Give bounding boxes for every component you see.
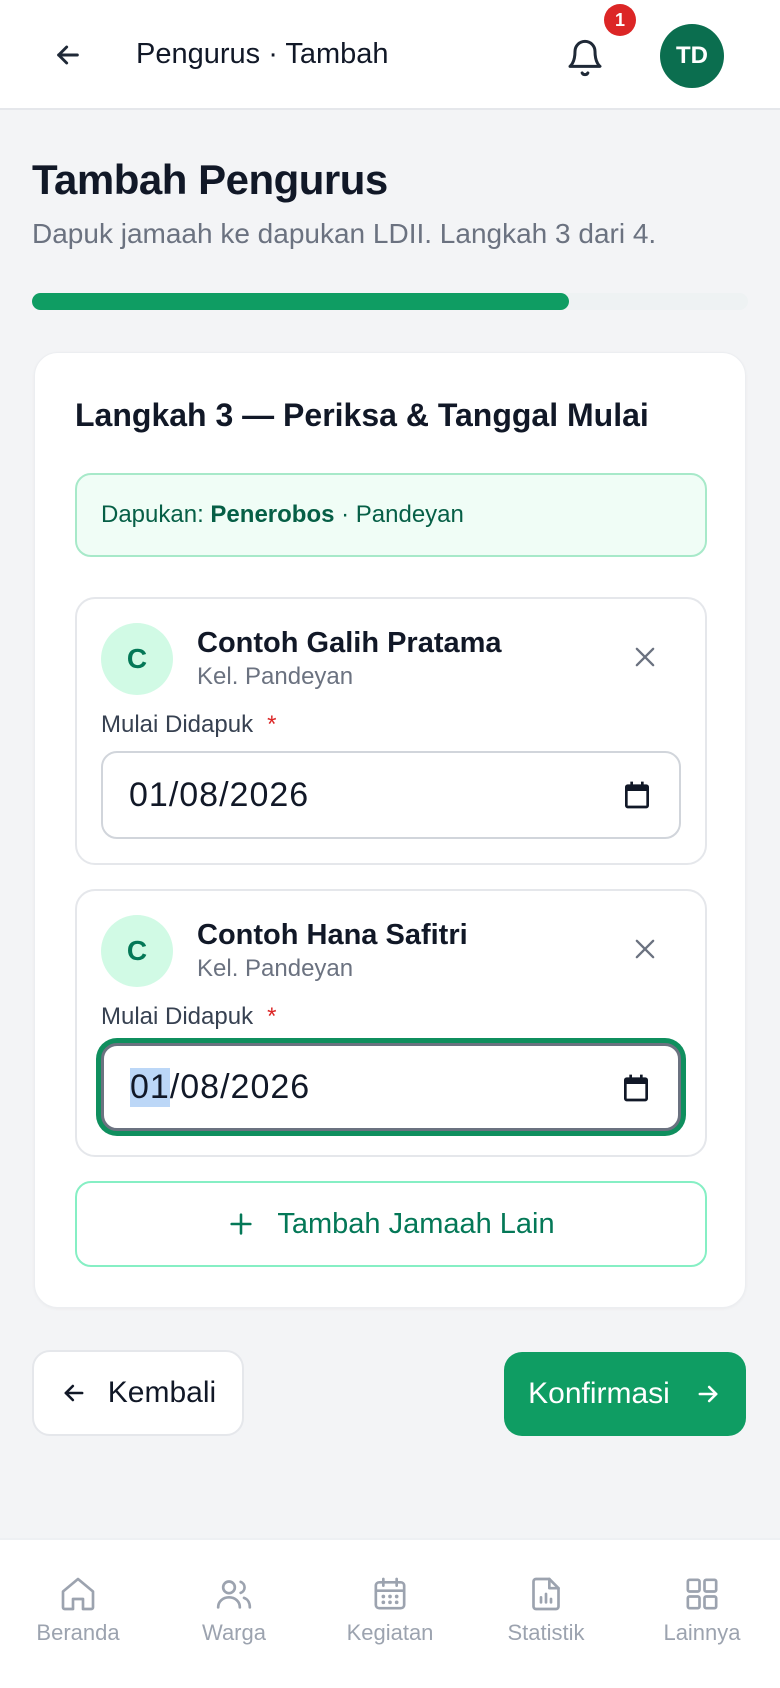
date-label-text: Mulai Didapuk (101, 711, 254, 738)
date-label: Mulai Didapuk * (101, 1003, 276, 1031)
nav-label: Kegiatan (346, 1620, 434, 1645)
start-date-input[interactable]: 01/08/2026 (101, 1043, 681, 1131)
member-avatar: C (101, 915, 173, 987)
plus-icon (230, 1213, 252, 1235)
member-name: Contoh Galih Pratama (197, 627, 502, 659)
dapukan-info-box: Dapukan: Penerobos · Pandeyan (75, 473, 707, 557)
nav-item-beranda[interactable]: Beranda (8, 1540, 148, 1688)
calendar-picker-icon[interactable] (621, 779, 653, 811)
add-member-button[interactable]: Tambah Jamaah Lain (75, 1181, 707, 1267)
date-day-segment[interactable]: 01 (130, 1067, 170, 1107)
remove-member-button[interactable] (625, 637, 665, 677)
nav-label: Warga (202, 1620, 266, 1645)
top-app-bar: Pengurus · Tambah 1 TD (0, 0, 780, 110)
bottom-navigation: Beranda Warga Kegiatan Statistik Lainnya (0, 1538, 780, 1688)
topbar-title: Pengurus · Tambah (136, 38, 389, 70)
report-chart-icon (532, 1577, 560, 1611)
dapukan-name: Penerobos (210, 501, 335, 528)
member-subtitle: Kel. Pandeyan (197, 663, 354, 690)
step-progress-fill (32, 293, 569, 310)
member-card: C Contoh Hana Safitri Kel. Pandeyan Mula… (75, 889, 707, 1157)
back-arrow-button[interactable] (44, 31, 92, 79)
nav-item-statistik[interactable]: Statistik (476, 1540, 616, 1688)
nav-label: Beranda (36, 1620, 120, 1645)
required-mark: * (267, 711, 277, 738)
date-value: 01/08/2026 (129, 775, 310, 814)
grid-icon (686, 1578, 718, 1610)
nav-item-kegiatan[interactable]: Kegiatan (320, 1540, 460, 1688)
nav-item-lainnya[interactable]: Lainnya (632, 1540, 772, 1688)
back-button[interactable]: Kembali (32, 1350, 244, 1436)
step-title: Langkah 3 — Periksa & Tanggal Mulai (75, 397, 649, 433)
member-name: Contoh Hana Safitri (197, 919, 468, 951)
date-rest-segment[interactable]: /08/2026 (170, 1068, 310, 1107)
member-card: C Contoh Galih Pratama Kel. Pandeyan Mul… (75, 597, 707, 865)
step-progress-bar (32, 293, 748, 310)
start-date-input[interactable]: 01/08/2026 (101, 751, 681, 839)
arrow-left-icon (64, 1384, 84, 1402)
date-label-text: Mulai Didapuk (101, 1003, 254, 1030)
dapukan-prefix: Dapukan: (101, 501, 204, 528)
member-avatar: C (101, 623, 173, 695)
step-card: Langkah 3 — Periksa & Tanggal Mulai Dapu… (34, 352, 746, 1308)
confirm-label: Konfirmasi (528, 1377, 670, 1410)
required-mark: * (267, 1003, 277, 1030)
page-subtitle: Dapuk jamaah ke dapukan LDII. Langkah 3 … (32, 218, 657, 249)
member-subtitle: Kel. Pandeyan (197, 955, 354, 982)
arrow-right-icon (698, 1385, 718, 1403)
nav-label: Statistik (507, 1620, 585, 1645)
notifications-button[interactable] (558, 31, 612, 85)
calendar-picker-icon[interactable] (620, 1072, 652, 1104)
dapukan-location: · Pandeyan (341, 501, 464, 528)
date-label: Mulai Didapuk * (101, 711, 276, 739)
users-icon (216, 1580, 252, 1609)
add-member-label: Tambah Jamaah Lain (277, 1207, 555, 1240)
back-label: Kembali (107, 1376, 217, 1409)
close-icon (635, 647, 655, 667)
nav-item-warga[interactable]: Warga (164, 1540, 304, 1688)
bell-icon (568, 39, 602, 77)
notification-badge: 1 (604, 4, 636, 36)
page-title: Tambah Pengurus (32, 156, 388, 203)
nav-label: Lainnya (663, 1620, 741, 1645)
arrow-left-icon (57, 45, 79, 65)
close-icon (635, 939, 655, 959)
confirm-button[interactable]: Konfirmasi (504, 1352, 746, 1436)
remove-member-button[interactable] (625, 929, 665, 969)
calendar-icon (374, 1577, 406, 1610)
user-avatar[interactable]: TD (660, 24, 724, 88)
home-icon (61, 1577, 95, 1611)
